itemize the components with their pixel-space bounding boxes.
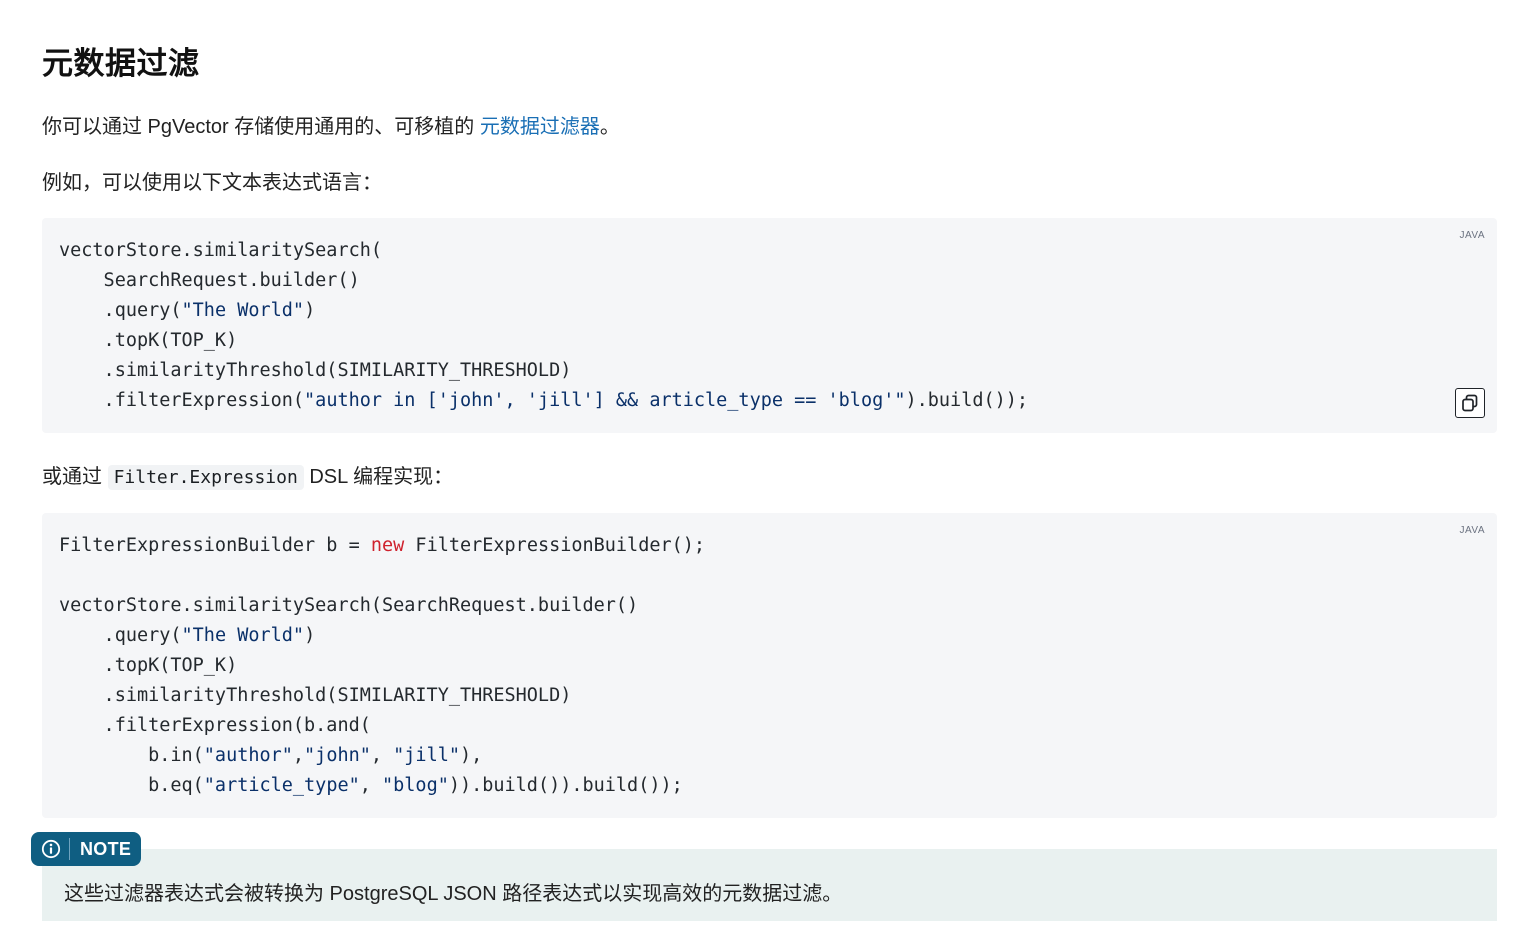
code-language-label: JAVA	[1459, 525, 1485, 536]
code-block-text-expression: JAVA vectorStore.similaritySearch( Searc…	[42, 218, 1497, 433]
page-title: 元数据过滤	[42, 46, 200, 81]
metadata-filter-link[interactable]: 元数据过滤器	[480, 116, 600, 138]
note-box: 这些过滤器表达式会被转换为 PostgreSQL JSON 路径表达式以实现高效…	[42, 849, 1497, 921]
copy-icon	[1462, 394, 1478, 412]
note-text: 这些过滤器表达式会被转换为 PostgreSQL JSON 路径表达式以实现高效…	[64, 883, 843, 905]
intro-period: 。	[599, 116, 620, 138]
intro-text: 你可以通过 PgVector 存储使用通用的、可移植的	[42, 116, 480, 138]
note-label: NOTE	[80, 838, 132, 859]
intro-paragraph: 你可以通过 PgVector 存储使用通用的、可移植的 元数据过滤器。	[42, 110, 620, 139]
example-paragraph: 例如，可以使用以下文本表达式语言：	[42, 172, 382, 194]
dsl-paragraph: 或通过 Filter.Expression DSL 编程实现：	[42, 465, 454, 490]
code-content: vectorStore.similaritySearch( SearchRequ…	[59, 240, 1029, 411]
code-block-dsl: JAVA FilterExpressionBuilder b = new Fil…	[42, 513, 1497, 818]
note-badge-divider	[69, 838, 70, 860]
info-icon	[41, 839, 61, 859]
code-content: FilterExpressionBuilder b = new FilterEx…	[59, 535, 706, 796]
code-language-label: JAVA	[1459, 230, 1485, 241]
copy-code-button[interactable]	[1455, 388, 1485, 418]
note-badge: NOTE	[31, 832, 141, 866]
inline-code-filter-expression: Filter.Expression	[107, 465, 304, 490]
